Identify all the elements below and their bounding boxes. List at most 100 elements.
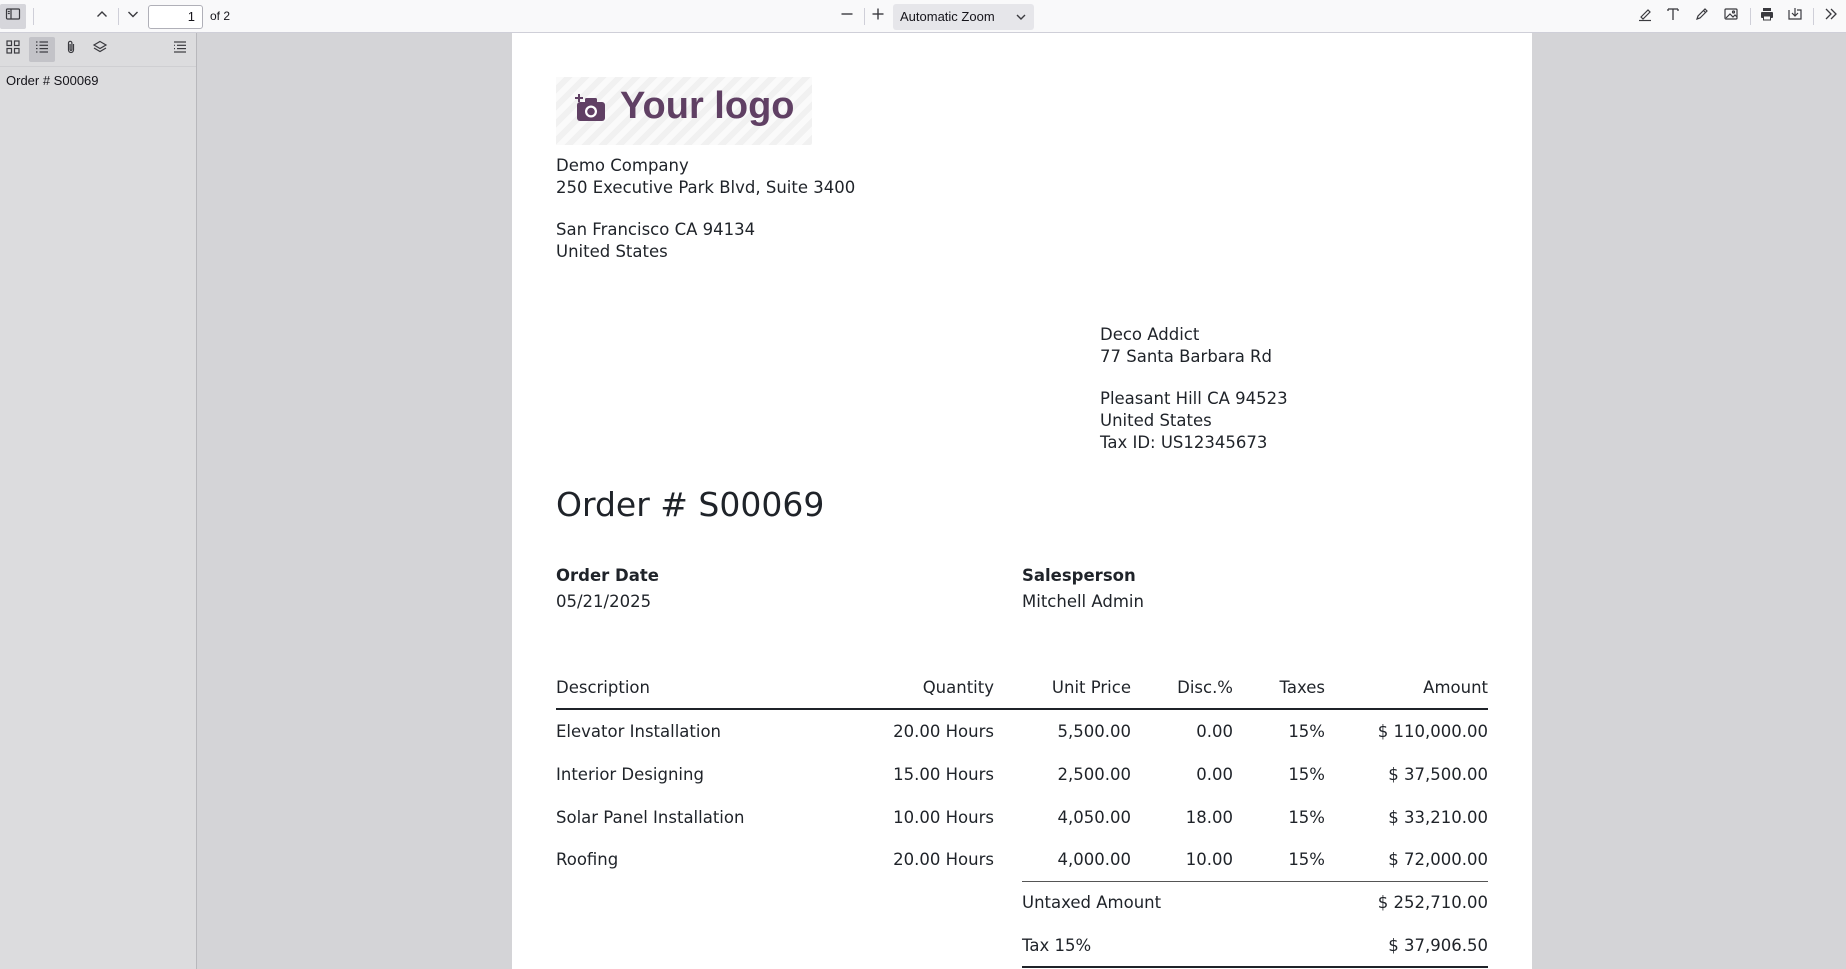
- untaxed-amount-label: Untaxed Amount: [1022, 893, 1162, 912]
- add-text-button[interactable]: [1660, 4, 1686, 29]
- customer-street: 77 Santa Barbara Rd: [1100, 347, 1272, 366]
- download-icon: [1787, 6, 1803, 27]
- company-country: United States: [556, 242, 668, 261]
- company-name: Demo Company: [556, 156, 689, 175]
- cell-taxes: 15%: [1288, 808, 1325, 827]
- column-header-unit-price: Unit Price: [1051, 678, 1131, 697]
- outline-tree-icon: [172, 39, 188, 60]
- zoom-select[interactable]: Automatic Zoom: [893, 4, 1034, 30]
- sidebar-toggle-icon: [5, 6, 21, 27]
- column-header-amount: Amount: [1423, 678, 1488, 697]
- company-street: 250 Executive Park Blvd, Suite 3400: [556, 178, 856, 197]
- add-image-button[interactable]: [1718, 4, 1744, 29]
- cell-discount: 10.00: [1185, 850, 1233, 869]
- save-button[interactable]: [1782, 4, 1808, 29]
- layers-icon: [92, 39, 108, 60]
- zoom-in-button[interactable]: [865, 4, 891, 29]
- page-count-label: of 2: [210, 9, 231, 23]
- tax-label: Tax 15%: [1022, 936, 1092, 955]
- salesperson-value: Mitchell Admin: [1022, 592, 1144, 611]
- printer-icon: [1759, 6, 1775, 27]
- order-title: Order # S00069: [556, 485, 825, 524]
- cell-description: Elevator Installation: [556, 722, 722, 741]
- cell-unit-price: 2,500.00: [1057, 765, 1131, 784]
- cell-taxes: 15%: [1288, 850, 1325, 869]
- chevron-down-icon: [1016, 14, 1026, 20]
- customer-country: United States: [1100, 411, 1212, 430]
- cell-unit-price: 4,050.00: [1057, 808, 1131, 827]
- cell-quantity: 20.00 Hours: [893, 722, 994, 741]
- tools-button[interactable]: [1818, 4, 1844, 29]
- order-date-label: Order Date: [556, 566, 659, 585]
- chevron-up-icon: [94, 6, 110, 27]
- total-divider: [1022, 966, 1488, 968]
- cell-amount: $ 72,000.00: [1388, 850, 1488, 869]
- print-button[interactable]: [1754, 4, 1780, 29]
- column-header-description: Description: [556, 678, 650, 697]
- zoom-select-label: Automatic Zoom: [900, 9, 995, 24]
- attachments-view-button[interactable]: [58, 37, 84, 62]
- highlighter-icon: [1637, 6, 1653, 27]
- table-header-divider: [556, 708, 1488, 710]
- pdf-toolbar: 1 of 2 Automatic Zoom: [0, 0, 1846, 33]
- outline-view-button[interactable]: [29, 37, 55, 62]
- cell-description: Roofing: [556, 850, 619, 869]
- text-icon: [1665, 6, 1681, 27]
- untaxed-amount-value: $ 252,710.00: [1377, 893, 1488, 912]
- cell-amount: $ 33,210.00: [1388, 808, 1488, 827]
- page-number-input[interactable]: 1: [148, 5, 203, 29]
- company-city: San Francisco CA 94134: [556, 220, 756, 239]
- toolbar-separator: [1750, 8, 1751, 25]
- column-header-taxes: Taxes: [1279, 678, 1325, 697]
- camera-icon: [575, 94, 605, 121]
- previous-page-button[interactable]: [89, 4, 115, 29]
- tax-value: $ 37,906.50: [1388, 936, 1488, 955]
- cell-discount: 18.00: [1185, 808, 1233, 827]
- paperclip-icon: [63, 39, 79, 60]
- grid-icon: [5, 39, 21, 60]
- cell-discount: 0.00: [1196, 722, 1233, 741]
- cell-discount: 0.00: [1196, 765, 1233, 784]
- sidebar-toolbar: [0, 33, 196, 67]
- customer-city: Pleasant Hill CA 94523: [1100, 389, 1288, 408]
- customer-address: Deco Addict 77 Santa Barbara Rd Pleasant…: [1100, 324, 1288, 454]
- company-address: Demo Company 250 Executive Park Blvd, Su…: [556, 155, 855, 263]
- sidebar: Order # S00069: [0, 33, 197, 969]
- cell-quantity: 20.00 Hours: [893, 850, 994, 869]
- zoom-out-button[interactable]: [834, 4, 860, 29]
- outline-item[interactable]: Order # S00069: [6, 73, 99, 88]
- cell-unit-price: 4,000.00: [1057, 850, 1131, 869]
- logo-text: Your logo: [620, 85, 795, 127]
- plus-icon: [870, 6, 886, 27]
- minus-icon: [839, 6, 855, 27]
- sidebar-toggle-button[interactable]: [0, 4, 26, 29]
- cell-description: Interior Designing: [556, 765, 704, 784]
- highlight-button[interactable]: [1632, 4, 1658, 29]
- cell-amount: $ 37,500.00: [1388, 765, 1488, 784]
- salesperson-label: Salesperson: [1022, 566, 1136, 585]
- toolbar-separator: [33, 8, 34, 25]
- cell-unit-price: 5,500.00: [1057, 722, 1131, 741]
- layers-view-button[interactable]: [87, 37, 113, 62]
- current-outline-item-button[interactable]: [167, 37, 193, 62]
- pencil-icon: [1694, 6, 1710, 27]
- toolbar-separator: [1813, 8, 1814, 25]
- double-chevron-right-icon: [1823, 6, 1839, 27]
- customer-name: Deco Addict: [1100, 325, 1200, 344]
- thumbnails-view-button[interactable]: [0, 37, 26, 62]
- column-header-quantity: Quantity: [922, 678, 994, 697]
- draw-button[interactable]: [1689, 4, 1715, 29]
- cell-description: Solar Panel Installation: [556, 808, 745, 827]
- pdf-page: Your logo Demo Company 250 Executive Par…: [512, 33, 1532, 969]
- cell-amount: $ 110,000.00: [1377, 722, 1488, 741]
- totals-divider: [1022, 881, 1488, 882]
- order-date-value: 05/21/2025: [556, 592, 652, 611]
- next-page-button[interactable]: [120, 4, 146, 29]
- image-icon: [1723, 6, 1739, 27]
- cell-quantity: 10.00 Hours: [893, 808, 994, 827]
- list-icon: [34, 39, 50, 60]
- cell-taxes: 15%: [1288, 765, 1325, 784]
- chevron-down-icon: [125, 6, 141, 27]
- company-logo: Your logo: [556, 77, 812, 145]
- customer-tax-id: Tax ID: US12345673: [1100, 433, 1268, 452]
